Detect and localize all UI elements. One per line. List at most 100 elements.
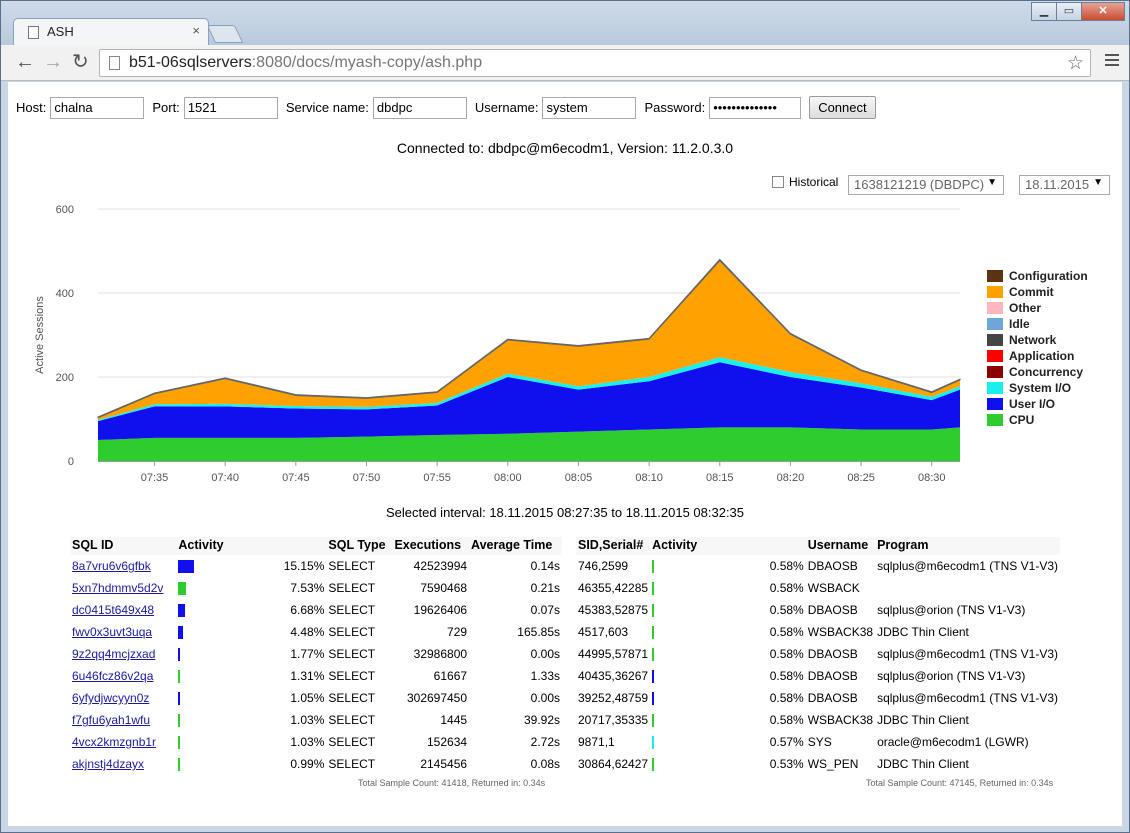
legend-item[interactable]: Network — [987, 332, 1088, 348]
program: sqlplus@m6ecodm1 (TNS V1-V3) — [877, 647, 1058, 661]
activity-bar — [652, 626, 655, 640]
sql-id-cell: f7gfu6yah1wfu — [70, 709, 176, 731]
host-input[interactable] — [50, 96, 145, 119]
forward-icon[interactable]: → — [43, 51, 63, 73]
close-window-button[interactable]: ✕ — [1081, 2, 1125, 21]
activity-percent: 0.58% — [769, 647, 804, 661]
column-header: Executions — [392, 537, 470, 555]
legend-label: CPU — [1009, 413, 1035, 427]
legend-label: Application — [1009, 349, 1075, 363]
legend-label: Configuration — [1009, 269, 1088, 283]
username-input[interactable] — [542, 96, 637, 119]
sql-id-link[interactable]: 5xn7hdmmv5d2v — [72, 581, 163, 595]
executions: 61667 — [433, 669, 468, 683]
connect-button[interactable]: Connect — [809, 96, 876, 119]
column-header: Username — [805, 537, 876, 555]
sql-id-link[interactable]: f7gfu6yah1wfu — [72, 713, 150, 727]
legend-item[interactable]: Commit — [987, 284, 1088, 300]
username: WSBACK — [807, 581, 860, 595]
sql-id-link[interactable]: akjnstj4dzayx — [72, 757, 144, 771]
back-icon[interactable]: ← — [15, 51, 35, 73]
column-header: Activity — [176, 537, 237, 555]
sql-id-cell: 5xn7hdmmv5d2v — [70, 577, 176, 599]
activity-bar-cell — [650, 643, 697, 665]
port-label: Port: — [152, 100, 180, 115]
activity-percent: 7.53% — [290, 581, 325, 595]
sql-type: SELECT — [328, 757, 376, 771]
url-text: b51-06sqlservers:8080/docs/myash-copy/as… — [129, 54, 482, 72]
sql-id-link[interactable]: 6u46fcz86v2qa — [72, 669, 153, 683]
historical-checkbox[interactable] — [772, 176, 784, 188]
executions: 2145456 — [420, 757, 468, 771]
chart-legend: Configuration Commit Other Idle Network Appli… — [987, 268, 1088, 428]
username: DBAOSB — [807, 559, 858, 573]
activity-bar-cell — [650, 665, 697, 687]
browser-tab[interactable]: ASH × — [13, 18, 209, 45]
executions: 152634 — [427, 735, 468, 749]
title-bar: ASH × ▁ ▭ ✕ — [1, 1, 1129, 45]
legend-item[interactable]: Other — [987, 300, 1088, 316]
sql-id-link[interactable]: 8a7vru6v6gfbk — [72, 559, 151, 573]
legend-label: System I/O — [1009, 381, 1072, 395]
date-select-value: 18.11.2015 — [1025, 177, 1090, 192]
average-time: 0.00s — [530, 691, 560, 705]
executions: 32986800 — [413, 647, 468, 661]
address-bar[interactable]: b51-06sqlservers:8080/docs/myash-copy/as… — [99, 49, 1091, 77]
activity-percent: 0.58% — [769, 669, 804, 683]
legend-item[interactable]: Idle — [987, 316, 1088, 332]
dbid-select[interactable]: 1638121219 (DBDPC) ▼ — [848, 175, 1004, 195]
executions: 302697450 — [406, 691, 468, 705]
program — [875, 577, 1060, 599]
historical-label: Historical — [789, 175, 839, 189]
sql-type: SELECT — [328, 735, 376, 749]
activity-bar — [652, 604, 655, 618]
table-row: 6u46fcz86v2qa 1.31% SELECT 61667 1.33s — [70, 665, 562, 687]
sql-id-link[interactable]: 6yfydjwcyyn0z — [72, 691, 149, 705]
sql-id-link[interactable]: 9z2qq4mcjzxad — [72, 647, 155, 661]
column-header: Average Time — [469, 537, 562, 555]
program: sqlplus@orion (TNS V1-V3) — [877, 603, 1026, 617]
table-row: 39252,48759 0.58% DBAOSB sqlplus@m6ecodm1 (… — [576, 687, 1060, 709]
legend-item[interactable]: Concurrency — [987, 364, 1088, 380]
x-tick-label: 08:05 — [565, 472, 593, 484]
minimize-button[interactable]: ▁ — [1031, 2, 1057, 21]
sql-id-link[interactable]: fwv0x3uvt3uqa — [72, 625, 152, 639]
chevron-down-icon: ▼ — [987, 177, 997, 188]
legend-item[interactable]: User I/O — [987, 396, 1088, 412]
new-tab-button[interactable] — [206, 25, 244, 43]
active-sessions-chart[interactable]: 600 400 200 0 Active Sessions 07:35 07:40 07:45… — [8, 197, 1122, 497]
table-row: 45383,52875 0.58% DBAOSB sqlplus@orion (TNS… — [576, 599, 1060, 621]
sql-id-link[interactable]: dc0415t649x48 — [72, 603, 154, 617]
maximize-button[interactable]: ▭ — [1056, 2, 1082, 21]
activity-bar-cell — [176, 555, 236, 577]
reload-icon[interactable]: ↻ — [72, 51, 89, 73]
date-select[interactable]: 18.11.2015 ▼ — [1019, 175, 1110, 195]
activity-percent: 1.03% — [290, 735, 325, 749]
program: oracle@m6ecodm1 (LGWR) — [877, 735, 1029, 749]
sessions-table-footer: Total Sample Count: 47145, Returned in: … — [866, 778, 1054, 788]
password-input[interactable] — [709, 96, 802, 119]
x-tick-label: 07:45 — [282, 472, 310, 484]
bookmark-star-icon[interactable]: ☆ — [1067, 52, 1084, 75]
sql-id-link[interactable]: 4vcx2kmzgnb1r — [72, 735, 156, 749]
service-name-input[interactable] — [372, 96, 467, 119]
sql-id-cell: 6yfydjwcyyn0z — [70, 687, 176, 709]
column-header: Program — [875, 537, 1060, 555]
menu-icon[interactable] — [1105, 54, 1119, 69]
sid-serial: 45383,52875 — [578, 603, 649, 617]
legend-item[interactable]: Application — [987, 348, 1088, 364]
legend-item[interactable]: System I/O — [987, 380, 1088, 396]
legend-item[interactable]: CPU — [987, 412, 1088, 428]
sql-type: SELECT — [328, 603, 376, 617]
sql-id-cell: 4vcx2kmzgnb1r — [70, 731, 176, 753]
sid-serial: 4517,603 — [578, 625, 629, 639]
port-input[interactable] — [183, 96, 278, 119]
chevron-down-icon: ▼ — [1093, 177, 1103, 188]
x-tick-label: 08:00 — [494, 472, 522, 484]
dbid-select-value: 1638121219 (DBDPC) — [854, 177, 985, 192]
legend-item[interactable]: Configuration — [987, 268, 1088, 284]
historical-toggle[interactable]: Historical — [772, 175, 838, 189]
tab-close-icon[interactable]: × — [192, 23, 200, 38]
y-tick-label: 400 — [56, 288, 74, 300]
activity-bar-cell — [650, 621, 697, 643]
